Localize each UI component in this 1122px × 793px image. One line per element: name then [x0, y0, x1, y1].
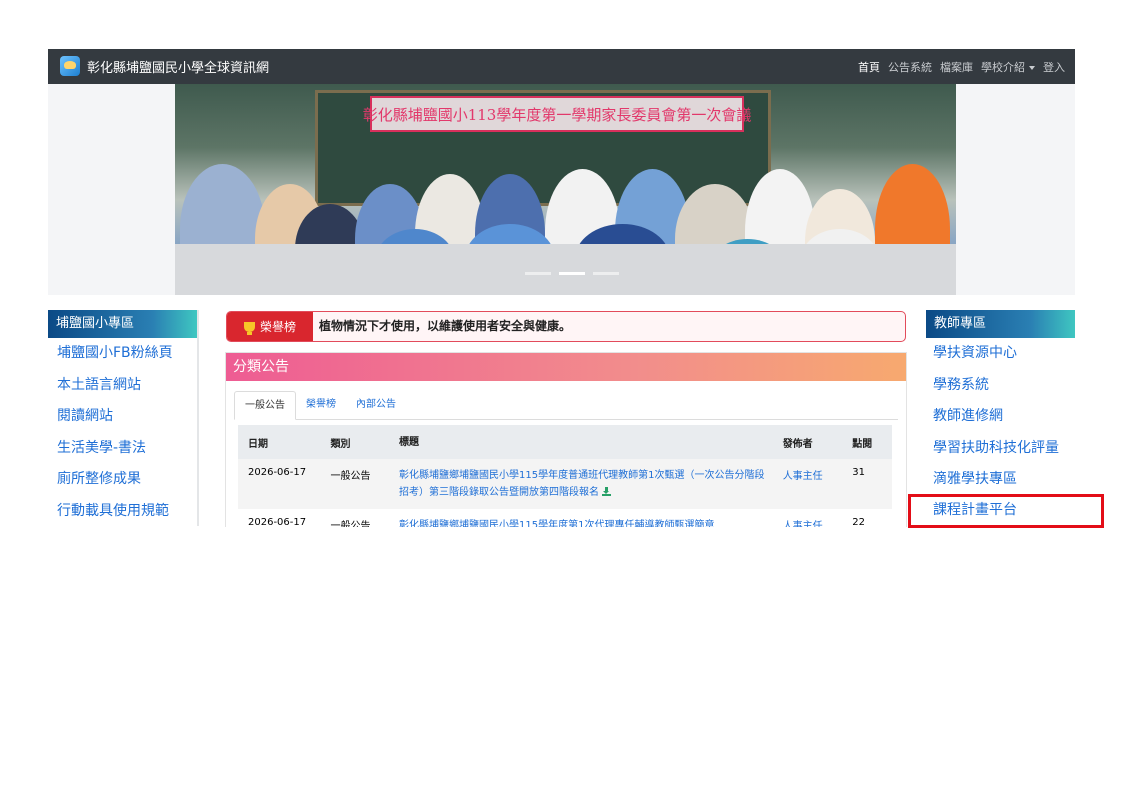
- row-title-text: 彰化縣埔鹽鄉埔鹽國民小學115學年度普通班代理教師第1次甄選（一次公告分階段招考…: [399, 470, 765, 498]
- carousel-dot-active[interactable]: [559, 272, 585, 275]
- row-publisher-link[interactable]: 人事主任: [783, 467, 853, 482]
- right-link-learning-support-center[interactable]: 學扶資源中心: [926, 338, 1075, 370]
- carousel-dot[interactable]: [593, 272, 619, 275]
- nav-home[interactable]: 首頁: [858, 59, 880, 75]
- table-header: 日期 類別 標題 發佈者 點閱: [238, 425, 892, 459]
- school-links-panel: 埔鹽國小專區 埔鹽國小FB粉絲頁 本土語言網站 閱讀網站 生活美學-書法 廁所整…: [48, 310, 199, 526]
- col-hits: 點閱: [852, 438, 873, 450]
- right-link-assessment[interactable]: 學習扶助科技化評量: [926, 433, 1075, 465]
- row-hits: 22: [852, 517, 865, 527]
- carousel-dot[interactable]: [525, 272, 551, 275]
- nav-links: 首頁 公告系統 檔案庫 學校介紹 登入: [858, 49, 1065, 84]
- row-hits: 31: [852, 467, 865, 478]
- tab-honor-roll[interactable]: 榮譽榜: [296, 391, 346, 418]
- carousel-indicators: [525, 272, 619, 275]
- photo-carousel[interactable]: 彰化縣埔鹽國小113學年度第一學期家長委員會第一次會議: [175, 84, 956, 295]
- tab-internal[interactable]: 內部公告: [346, 391, 406, 418]
- trophy-icon: [243, 321, 255, 335]
- row-date: 2026-06-17: [248, 517, 307, 527]
- nav-school-intro-label: 學校介紹: [981, 60, 1025, 74]
- announcement-table: 日期 類別 標題 發佈者 點閱 2026-06-17 一般公告 彰化縣埔鹽鄉埔鹽…: [238, 425, 892, 527]
- left-link-restroom[interactable]: 廁所整修成果: [48, 464, 197, 496]
- nav-file-library[interactable]: 檔案庫: [940, 59, 973, 75]
- nav-login[interactable]: 登入: [1043, 59, 1065, 75]
- row-date: 2026-06-17: [248, 467, 307, 478]
- row-title-link[interactable]: 彰化縣埔鹽鄉埔鹽國民小學115學年度普通班代理教師第1次甄選（一次公告分階段招考…: [399, 467, 783, 501]
- row-publisher-link[interactable]: 人事主任: [783, 517, 853, 527]
- site-title: 彰化縣埔鹽國民小學全球資訊網: [87, 60, 270, 76]
- top-navbar: 彰化縣埔鹽國民小學全球資訊網 首頁 公告系統 檔案庫 學校介紹 登入: [48, 49, 1075, 84]
- row-category: 一般公告: [330, 521, 371, 527]
- teacher-links-panel: 教師專區 學扶資源中心 學務系統 教師進修網 學習扶助科技化評量 滴雅學扶專區 …: [908, 310, 1104, 528]
- right-link-diya-zone[interactable]: 滴雅學扶專區: [926, 464, 1075, 496]
- teacher-links-title: 教師專區: [926, 310, 1075, 338]
- right-link-teacher-training[interactable]: 教師進修網: [926, 401, 1075, 433]
- meeting-table: [175, 244, 956, 295]
- download-icon[interactable]: [602, 487, 612, 496]
- left-link-native-language[interactable]: 本土語言網站: [48, 370, 197, 402]
- marquee-text[interactable]: 植物情況下才使用，以維護使用者安全與健康。: [319, 312, 571, 341]
- caret-down-icon: [1029, 65, 1035, 70]
- table-row: 2026-06-17 一般公告 彰化縣埔鹽鄉埔鹽國民小學115學年度普通班代理教…: [238, 459, 892, 509]
- honor-roll-label: 榮譽榜: [259, 320, 296, 334]
- left-link-reading[interactable]: 閱讀網站: [48, 401, 197, 433]
- right-link-student-affairs[interactable]: 學務系統: [926, 370, 1075, 402]
- honor-marquee: 榮譽榜 植物情況下才使用，以維護使用者安全與健康。: [226, 311, 906, 342]
- category-announcements: 分類公告 一般公告 榮譽榜 內部公告 日期 類別 標題 發佈者 點閱 2026-…: [225, 352, 907, 527]
- col-title: 標題: [399, 436, 420, 448]
- school-links-title: 埔鹽國小專區: [48, 310, 197, 338]
- table-row: 2026-06-17 一般公告 彰化縣埔鹽鄉埔鹽國民小學115學年度第1次代理專…: [238, 509, 892, 527]
- announcement-tabs: 一般公告 榮譽榜 內部公告: [234, 391, 898, 420]
- honor-roll-badge[interactable]: 榮譽榜: [227, 312, 313, 341]
- left-link-fb-page[interactable]: 埔鹽國小FB粉絲頁: [48, 338, 197, 370]
- left-link-device-rules[interactable]: 行動載具使用規範: [48, 496, 197, 528]
- school-logo-icon: [60, 56, 80, 76]
- nav-school-intro-dropdown[interactable]: 學校介紹: [981, 59, 1035, 75]
- col-date: 日期: [248, 438, 268, 450]
- right-link-curriculum-platform[interactable]: 課程計畫平台: [908, 493, 1104, 528]
- row-category: 一般公告: [330, 471, 371, 482]
- tab-general[interactable]: 一般公告: [234, 391, 296, 420]
- col-publisher: 發佈者: [782, 438, 813, 450]
- nav-announcements[interactable]: 公告系統: [888, 59, 932, 75]
- row-title-link[interactable]: 彰化縣埔鹽鄉埔鹽國民小學115學年度第1次代理專任輔導教師甄選簡章: [399, 517, 783, 527]
- left-link-calligraphy[interactable]: 生活美學-書法: [48, 433, 197, 465]
- site-brand[interactable]: 彰化縣埔鹽國民小學全球資訊網: [60, 55, 269, 77]
- announcements-title: 分類公告: [226, 353, 906, 381]
- col-category: 類別: [330, 438, 351, 450]
